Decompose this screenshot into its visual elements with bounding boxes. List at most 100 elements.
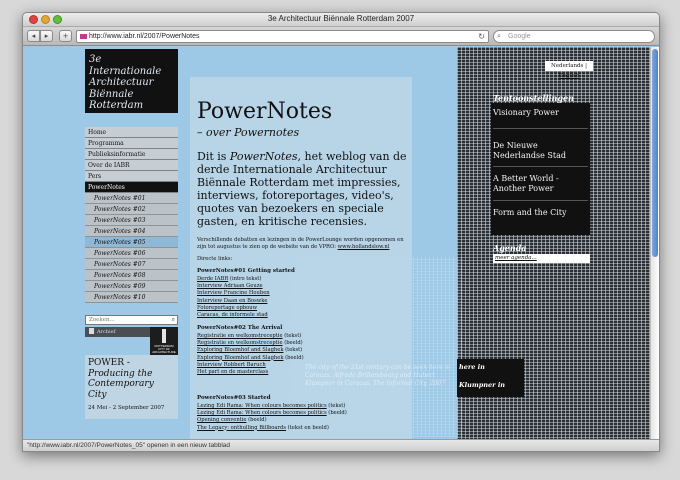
site-search-placeholder: Zoeken... <box>89 317 115 323</box>
tower-icon <box>162 329 166 343</box>
logo-text: ROTTERDAM CITY OF ARCHITECTURE <box>152 344 176 355</box>
browser-window: 3e Architectuur Biënnale Rotterdam 2007 … <box>22 12 660 452</box>
link-suffix: (beeld) <box>282 340 303 347</box>
reload-icon[interactable]: ↻ <box>478 31 485 42</box>
exhibition-form-and-the-city[interactable]: Form and the City <box>493 208 567 218</box>
caption-quote: The city of the 21st century can be seen… <box>305 364 451 387</box>
site-favicon-icon <box>80 34 87 39</box>
section-heading-03: PowerNotes#03 Started <box>197 395 271 401</box>
link-item: Fotoreportage opbouw <box>197 305 270 312</box>
lang-separator: | <box>583 63 587 69</box>
scrollbar-thumb[interactable] <box>652 49 658 257</box>
left-navigation: Home Programma Publieksinformatie Over d… <box>85 127 178 303</box>
link-item: Exploring Bloemhof and Slaghek (tekst) <box>197 347 304 354</box>
site-title[interactable]: 3e Internationale Architectuur Biënnale … <box>85 49 178 113</box>
title-bar: 3e Architectuur Biënnale Rotterdam 2007 <box>23 13 659 27</box>
power-exhibition-box[interactable]: POWER - Producing the Contemporary City … <box>85 355 178 419</box>
archive-link[interactable]: Archief <box>85 327 150 337</box>
link-exploring-tekst[interactable]: Exploring Bloemhof and Slaghek <box>197 347 283 353</box>
section-links-01: Derde IABR (intro tekst) Interview Adria… <box>197 276 270 319</box>
lang-en-link[interactable]: English <box>559 73 580 79</box>
exhibitions-heading: Tentoonstellingen <box>493 93 574 103</box>
vpro-link[interactable]: www.hollandslow.nl <box>338 244 390 250</box>
nav-item-over-de-iabr[interactable]: Over de IABR <box>85 160 178 171</box>
nav-subitem-powernotes-06[interactable]: PowerNotes #06 <box>85 248 178 259</box>
quote-highlight-1: here in <box>459 363 485 371</box>
section-links-03: Lezing Edi Rama: When colours becomes po… <box>197 403 347 432</box>
language-switch: Nederlands | English <box>545 61 593 79</box>
nav-subitem-powernotes-04[interactable]: PowerNotes #04 <box>85 226 178 237</box>
vertical-scrollbar[interactable] <box>650 47 659 441</box>
link-item: Caracas, de informele stad <box>197 312 270 319</box>
site-search-input[interactable]: Zoeken... ⌕ <box>85 315 178 325</box>
direct-links-label: Directe links: <box>197 256 233 262</box>
link-item: Het part en de masterclass <box>197 369 304 376</box>
nav-item-pers[interactable]: Pers <box>85 171 178 182</box>
nav-item-publieksinformatie[interactable]: Publieksinformatie <box>85 149 178 160</box>
link-lezing-rama-beeld[interactable]: Lezing Edi Rama: When colours becomes po… <box>197 410 327 416</box>
link-interview-baruch[interactable]: Interview Robbert Baruch <box>197 362 266 368</box>
intro-text-a: Dit is <box>197 150 230 163</box>
link-opening-conventie[interactable]: Opening conventie <box>197 417 246 423</box>
link-derde-iabr[interactable]: Derde IABR <box>197 276 228 282</box>
link-suffix: (tekst) <box>282 333 302 339</box>
exhibition-visionary-power[interactable]: Visionary Power <box>493 108 559 118</box>
section-heading-01: PowerNotes#01 Getting started <box>197 268 295 274</box>
nav-subitem-powernotes-08[interactable]: PowerNotes #08 <box>85 270 178 281</box>
agenda-heading: Agenda <box>493 243 527 253</box>
exhibition-nieuwe-nederlandse-stad[interactable]: De Nieuwe Nederlandse Stad <box>493 141 588 161</box>
more-agenda-link[interactable]: meer agenda... <box>493 254 590 263</box>
nav-subitem-powernotes-09[interactable]: PowerNotes #09 <box>85 281 178 292</box>
add-bookmark-button[interactable]: + <box>59 30 72 42</box>
link-interview-daan-boswke[interactable]: Interview Daan en Boswke <box>197 298 267 304</box>
nav-item-programma[interactable]: Programma <box>85 138 178 149</box>
link-masterclass[interactable]: Het part en de masterclass <box>197 369 268 375</box>
search-icon[interactable]: ⌕ <box>172 316 175 324</box>
section-links-02: Registratie en welkomstreceptie (tekst) … <box>197 333 304 376</box>
nav-item-home[interactable]: Home <box>85 127 178 138</box>
exhibition-divider <box>493 166 588 167</box>
link-caracas[interactable]: Caracas, de informele stad <box>197 312 268 318</box>
nav-subitem-powernotes-02[interactable]: PowerNotes #02 <box>85 204 178 215</box>
link-interview-houben[interactable]: Interview Francine Houben <box>197 290 270 296</box>
browser-search-input[interactable]: ⌕ Google <box>493 30 655 43</box>
link-lezing-rama-tekst[interactable]: Lezing Edi Rama: When colours becomes po… <box>197 403 327 409</box>
archive-icon <box>89 328 94 334</box>
intro-emphasis: PowerNotes <box>229 150 298 163</box>
nav-subitem-powernotes-10[interactable]: PowerNotes #10 <box>85 292 178 303</box>
back-button[interactable]: ◂ <box>27 30 40 42</box>
link-item: Opening conventie (beeld) <box>197 417 347 424</box>
nav-subitem-powernotes-03[interactable]: PowerNotes #03 <box>85 215 178 226</box>
link-interview-geuze[interactable]: Interview Adriaan Geuze <box>197 283 263 289</box>
exhibition-better-world[interactable]: A Better World - Another Power <box>493 174 588 194</box>
link-suffix: (tekst) <box>283 347 303 354</box>
rotterdam-city-logo[interactable]: ROTTERDAM CITY OF ARCHITECTURE <box>150 327 178 357</box>
lang-nl-link[interactable]: Nederlands <box>551 63 583 69</box>
power-date: 24 Mei - 2 September 2007 <box>88 405 165 411</box>
link-fotoreportage-opbouw[interactable]: Fotoreportage opbouw <box>197 305 257 311</box>
link-suffix: (beeld) <box>326 410 347 417</box>
browser-toolbar: ◂ ▸ + http://www.iabr.nl/2007/PowerNotes… <box>23 27 659 46</box>
section-heading-02: PowerNotes#02 The Arrival <box>197 325 283 331</box>
nav-subitem-powernotes-01[interactable]: PowerNotes #01 <box>85 193 178 204</box>
nav-subitem-powernotes-05[interactable]: PowerNotes #05 <box>85 237 178 248</box>
archive-label: Archief <box>97 329 116 335</box>
nav-subitem-powernotes-07[interactable]: PowerNotes #07 <box>85 259 178 270</box>
link-item: Interview Robbert Baruch <box>197 362 304 369</box>
power-title: POWER - <box>88 358 130 368</box>
link-suffix: (tekst) <box>326 403 346 409</box>
page-subtitle: – over Powernotes <box>197 126 300 139</box>
intro-paragraph: Dit is PowerNotes, het weblog van de der… <box>197 150 409 228</box>
link-item: Exploring Bloemhof and Slaghek (beeld) <box>197 355 304 362</box>
magnifier-icon: ⌕ <box>497 33 501 40</box>
status-bar: "http://www.iabr.nl/2007/PowerNotes_05" … <box>23 439 659 451</box>
link-item: The Legacy: onthulling Billboards (tekst… <box>197 425 347 432</box>
address-bar[interactable]: http://www.iabr.nl/2007/PowerNotes ↻ <box>76 30 489 43</box>
link-suffix: (tekst en beeld) <box>286 424 329 431</box>
nav-item-powernotes[interactable]: PowerNotes <box>85 182 178 193</box>
link-registratie-tekst[interactable]: Registratie en welkomstreceptie <box>197 333 283 339</box>
link-exploring-beeld[interactable]: Exploring Bloemhof and Slaghek <box>197 355 283 361</box>
forward-button[interactable]: ▸ <box>40 30 53 42</box>
link-legacy-billboards[interactable]: The Legacy: onthulling Billboards <box>197 425 286 431</box>
link-registratie-beeld[interactable]: Registratie en welkomstreceptie <box>197 340 283 346</box>
